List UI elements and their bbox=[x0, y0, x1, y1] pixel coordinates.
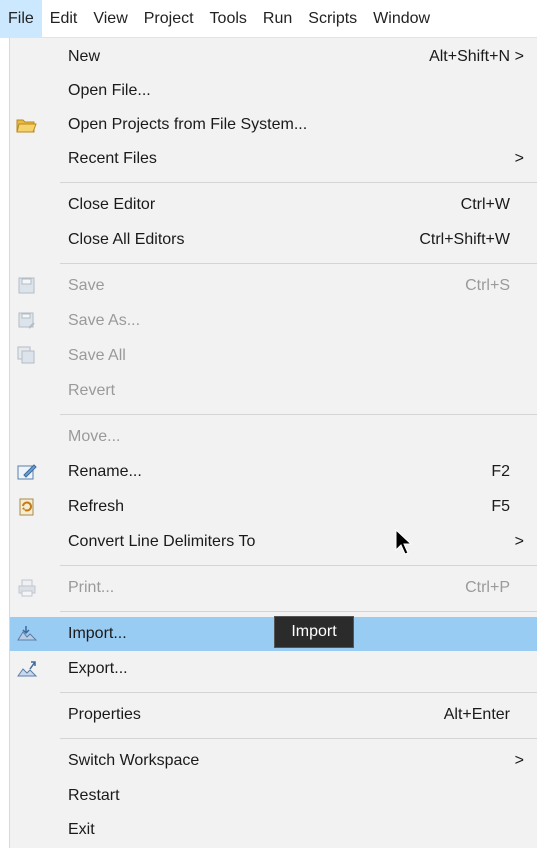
menu-item-label: Save bbox=[68, 277, 105, 294]
menu-item-open-projects[interactable]: Open Projects from File System... bbox=[10, 108, 537, 142]
refresh-icon bbox=[16, 497, 38, 517]
shortcut-label: Ctrl+W bbox=[460, 196, 510, 213]
menu-item-label: Print... bbox=[68, 579, 115, 596]
menu-item-properties[interactable]: Properties Alt+Enter bbox=[10, 698, 537, 732]
menu-item-revert[interactable]: Revert bbox=[10, 374, 537, 408]
menu-item-convert-line-delimiters[interactable]: Convert Line Delimiters To > bbox=[10, 525, 537, 559]
save-as-icon bbox=[16, 311, 38, 331]
menu-item-print[interactable]: Print... Ctrl+P bbox=[10, 571, 537, 605]
menu-item-label: Open Projects from File System... bbox=[68, 116, 308, 133]
menu-item-label: Close All Editors bbox=[68, 231, 185, 248]
folder-icon bbox=[16, 115, 38, 135]
menu-edit[interactable]: Edit bbox=[42, 0, 86, 37]
shortcut-label: Alt+Enter bbox=[443, 706, 510, 723]
menu-item-recent-files[interactable]: Recent Files > bbox=[10, 142, 537, 176]
menu-item-label: Close Editor bbox=[68, 196, 156, 213]
menu-item-restart[interactable]: Restart bbox=[10, 779, 537, 813]
menu-item-exit[interactable]: Exit bbox=[10, 813, 537, 847]
menu-item-label: Save All bbox=[68, 347, 126, 364]
menu-item-new[interactable]: New Alt+Shift+N > bbox=[10, 40, 537, 74]
menu-item-label: Rename... bbox=[68, 463, 142, 480]
menu-view[interactable]: View bbox=[85, 0, 135, 37]
menu-item-label: Revert bbox=[68, 382, 116, 399]
menu-separator bbox=[60, 611, 537, 612]
menu-run[interactable]: Run bbox=[255, 0, 300, 37]
menu-item-label: Open File... bbox=[68, 82, 151, 99]
menu-separator bbox=[60, 414, 537, 415]
menu-item-save[interactable]: Save Ctrl+S bbox=[10, 269, 537, 303]
menu-item-rename[interactable]: Rename... F2 bbox=[10, 455, 537, 489]
menu-item-label: New bbox=[68, 48, 101, 65]
menu-item-label: Recent Files bbox=[68, 150, 157, 167]
menu-separator bbox=[60, 738, 537, 739]
menu-item-label: Save As... bbox=[68, 312, 141, 329]
shortcut-label: Ctrl+S bbox=[465, 277, 510, 294]
shortcut-label: Ctrl+Shift+W bbox=[419, 231, 510, 248]
print-icon bbox=[16, 578, 38, 598]
mouse-pointer-icon bbox=[395, 529, 413, 555]
file-menu-dropdown: New Alt+Shift+N > Open File... Open Proj… bbox=[9, 38, 537, 848]
export-icon bbox=[16, 659, 38, 679]
menu-item-label: Convert Line Delimiters To bbox=[68, 533, 256, 550]
menu-separator bbox=[60, 182, 537, 183]
menu-tools[interactable]: Tools bbox=[202, 0, 255, 37]
import-icon bbox=[16, 624, 38, 644]
save-all-icon bbox=[16, 346, 38, 366]
rename-icon bbox=[16, 462, 38, 482]
menu-item-save-all[interactable]: Save All bbox=[10, 339, 537, 373]
menu-item-label: Switch Workspace bbox=[68, 752, 200, 769]
submenu-arrow-icon: > bbox=[514, 150, 524, 167]
menu-item-label: Export... bbox=[68, 660, 128, 677]
menu-item-open-file[interactable]: Open File... bbox=[10, 74, 537, 108]
menu-window[interactable]: Window bbox=[365, 0, 438, 37]
menu-item-export[interactable]: Export... bbox=[10, 652, 537, 686]
menu-separator bbox=[60, 565, 537, 566]
shortcut-label: F5 bbox=[491, 498, 510, 515]
shortcut-label: Alt+Shift+N bbox=[429, 48, 510, 65]
shortcut-label: Ctrl+P bbox=[465, 579, 510, 596]
menu-item-close-all-editors[interactable]: Close All Editors Ctrl+Shift+W bbox=[10, 223, 537, 257]
menu-separator bbox=[60, 263, 537, 264]
menu-item-move[interactable]: Move... bbox=[10, 420, 537, 454]
menu-separator bbox=[60, 692, 537, 693]
menu-item-switch-workspace[interactable]: Switch Workspace > bbox=[10, 744, 537, 778]
tooltip: Import bbox=[274, 616, 354, 648]
submenu-arrow-icon: > bbox=[514, 533, 524, 550]
menu-item-label: Move... bbox=[68, 428, 121, 445]
submenu-arrow-icon: > bbox=[514, 48, 524, 65]
menu-item-label: Restart bbox=[68, 787, 120, 804]
shortcut-label: F2 bbox=[491, 463, 510, 480]
menu-item-label: Exit bbox=[68, 821, 95, 838]
save-icon bbox=[16, 276, 38, 296]
menu-file[interactable]: File bbox=[0, 0, 42, 37]
menu-bar: File Edit View Project Tools Run Scripts… bbox=[0, 0, 537, 38]
menu-project[interactable]: Project bbox=[136, 0, 202, 37]
menu-item-refresh[interactable]: Refresh F5 bbox=[10, 490, 537, 524]
menu-scripts[interactable]: Scripts bbox=[300, 0, 365, 37]
menu-item-label: Properties bbox=[68, 706, 141, 723]
menu-item-label: Import... bbox=[68, 625, 127, 642]
menu-item-close-editor[interactable]: Close Editor Ctrl+W bbox=[10, 188, 537, 222]
submenu-arrow-icon: > bbox=[514, 752, 524, 769]
menu-item-save-as[interactable]: Save As... bbox=[10, 304, 537, 338]
menu-item-label: Refresh bbox=[68, 498, 125, 515]
